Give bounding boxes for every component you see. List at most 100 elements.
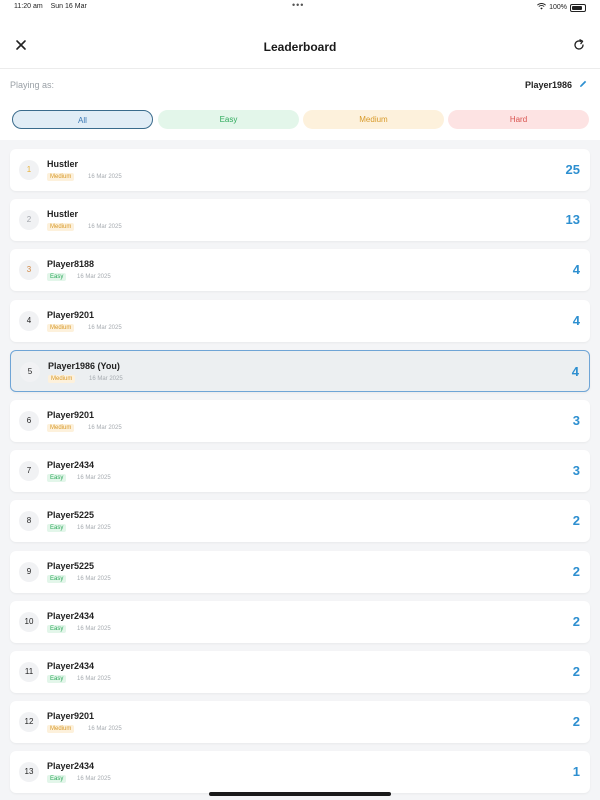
entry-date: 16 Mar 2025 — [77, 626, 111, 632]
player-name: Hustler — [47, 159, 79, 169]
playing-as-label: Playing as: — [10, 80, 55, 90]
entry-date: 16 Mar 2025 — [89, 376, 123, 382]
leaderboard-row[interactable]: 13 Player2434 Easy 16 Mar 2025 1 — [10, 751, 590, 793]
rank-badge: 6 — [19, 411, 39, 431]
entry-date: 16 Mar 2025 — [88, 325, 122, 331]
leaderboard-row[interactable]: 7 Player2434 Easy 16 Mar 2025 3 — [10, 450, 590, 492]
leaderboard-row[interactable]: 2 Hustler Medium 16 Mar 2025 13 — [10, 199, 590, 241]
status-time-date: 11:20 am Sun 16 Mar — [14, 3, 93, 10]
battery-percent: 100% — [549, 4, 567, 11]
difficulty-filter: All Easy Medium Hard — [0, 100, 600, 140]
playing-as-row: Playing as: Player1986 — [0, 69, 600, 101]
player-name: Player1986 (You) — [48, 361, 120, 371]
entry-date: 16 Mar 2025 — [77, 274, 111, 280]
page-title: Leaderboard — [263, 40, 337, 54]
player-name: Player2434 — [47, 661, 95, 671]
wifi-icon — [537, 3, 547, 12]
rank-badge: 4 — [19, 311, 39, 331]
player-name: Player9201 — [47, 711, 95, 721]
leaderboard-row[interactable]: 3 Player8188 Easy 16 Mar 2025 4 — [10, 249, 590, 291]
player-name: Player2434 — [47, 460, 95, 470]
leaderboard-row[interactable]: 8 Player5225 Easy 16 Mar 2025 2 — [10, 500, 590, 542]
difficulty-badge: Medium — [47, 173, 75, 181]
battery-icon — [570, 3, 586, 12]
rank-badge: 7 — [19, 461, 39, 481]
player-name: Player2434 — [47, 761, 95, 771]
player-name: Player9201 — [47, 310, 95, 320]
entry-date: 16 Mar 2025 — [88, 174, 122, 180]
entry-date: 16 Mar 2025 — [88, 224, 122, 230]
score-value: 2 — [572, 714, 580, 729]
leaderboard-row[interactable]: 6 Player9201 Medium 16 Mar 2025 3 — [10, 400, 590, 442]
difficulty-badge: Medium — [47, 324, 75, 332]
filter-easy[interactable]: Easy — [158, 110, 299, 129]
entry-date: 16 Mar 2025 — [77, 776, 111, 782]
leaderboard-row[interactable]: 12 Player9201 Medium 16 Mar 2025 2 — [10, 701, 590, 743]
difficulty-badge: Medium — [48, 375, 76, 383]
leaderboard-row[interactable]: 9 Player5225 Easy 16 Mar 2025 2 — [10, 551, 590, 593]
rank-badge: 10 — [19, 612, 39, 632]
score-value: 2 — [572, 564, 580, 579]
score-value: 3 — [572, 413, 580, 428]
edit-name-button[interactable] — [578, 79, 588, 89]
score-value: 2 — [572, 664, 580, 679]
status-date: Sun 16 Mar — [50, 3, 87, 10]
score-value: 4 — [572, 313, 580, 328]
player-name: Hustler — [47, 209, 79, 219]
filter-all[interactable]: All — [12, 110, 153, 129]
home-indicator[interactable] — [209, 792, 391, 796]
rank-badge: 8 — [19, 511, 39, 531]
player-name: Player8188 — [47, 259, 95, 269]
leaderboard-row[interactable]: 4 Player9201 Medium 16 Mar 2025 4 — [10, 300, 590, 342]
rank-badge: 12 — [19, 712, 39, 732]
leaderboard-row[interactable]: 10 Player2434 Easy 16 Mar 2025 2 — [10, 601, 590, 643]
leaderboard-row[interactable]: 1 Hustler Medium 16 Mar 2025 25 — [10, 149, 590, 191]
refresh-icon — [574, 39, 584, 50]
score-value: 1 — [572, 764, 580, 779]
pencil-icon — [580, 80, 587, 87]
rank-badge: 5 — [20, 362, 40, 382]
player-name: Player1986 — [524, 80, 572, 90]
player-name: Player2434 — [47, 611, 95, 621]
difficulty-badge: Easy — [47, 625, 67, 633]
refresh-button[interactable] — [572, 38, 586, 52]
rank-badge: 13 — [19, 762, 39, 782]
difficulty-badge: Easy — [47, 273, 67, 281]
filter-hard[interactable]: Hard — [448, 110, 589, 129]
score-value: 2 — [572, 513, 580, 528]
status-indicators: 100% — [537, 3, 586, 12]
entry-date: 16 Mar 2025 — [77, 525, 111, 531]
score-value: 13 — [565, 212, 580, 227]
player-name: Player5225 — [47, 561, 95, 571]
entry-date: 16 Mar 2025 — [77, 676, 111, 682]
filter-medium[interactable]: Medium — [303, 110, 444, 129]
navigation-header: Leaderboard — [0, 14, 600, 69]
leaderboard-row[interactable]: 11 Player2434 Easy 16 Mar 2025 2 — [10, 651, 590, 693]
status-bar: 11:20 am Sun 16 Mar ••• 100% — [0, 0, 600, 14]
score-value: 3 — [572, 463, 580, 478]
score-value: 4 — [571, 364, 579, 379]
difficulty-badge: Easy — [47, 524, 67, 532]
leaderboard-row-current-user[interactable]: 5 Player1986 (You) Medium 16 Mar 2025 4 — [10, 350, 590, 392]
score-value: 2 — [572, 614, 580, 629]
difficulty-badge: Easy — [47, 575, 67, 583]
player-name: Player5225 — [47, 510, 95, 520]
multitasking-dots-icon[interactable]: ••• — [292, 0, 304, 10]
entry-date: 16 Mar 2025 — [88, 726, 122, 732]
difficulty-badge: Easy — [47, 675, 67, 683]
rank-badge: 9 — [19, 562, 39, 582]
entry-date: 16 Mar 2025 — [77, 475, 111, 481]
rank-badge: 2 — [19, 210, 39, 230]
difficulty-badge: Easy — [47, 474, 67, 482]
rank-badge: 1 — [19, 160, 39, 180]
difficulty-badge: Easy — [47, 775, 67, 783]
difficulty-badge: Medium — [47, 725, 75, 733]
rank-badge: 11 — [19, 662, 39, 682]
score-value: 4 — [572, 262, 580, 277]
score-value: 25 — [565, 162, 580, 177]
entry-date: 16 Mar 2025 — [77, 576, 111, 582]
entry-date: 16 Mar 2025 — [88, 425, 122, 431]
player-name: Player9201 — [47, 410, 95, 420]
difficulty-badge: Medium — [47, 424, 75, 432]
difficulty-badge: Medium — [47, 223, 75, 231]
